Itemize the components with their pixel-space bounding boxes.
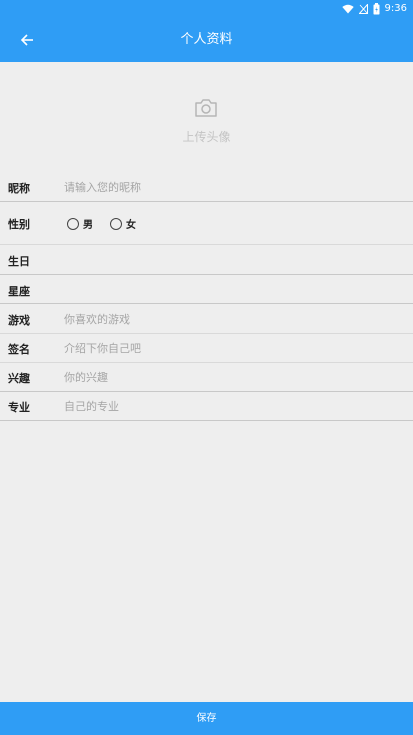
radio-circle[interactable]	[67, 217, 79, 230]
signal-icon	[358, 4, 368, 14]
game-input[interactable]	[60, 309, 398, 329]
constellation-label: 星座	[8, 285, 30, 298]
signature-label: 签名	[8, 343, 30, 356]
interest-row: 兴趣	[0, 366, 413, 390]
page-title: 个人资料	[180, 32, 233, 47]
birthday-row[interactable]: 生日	[0, 248, 413, 274]
wifi-icon	[341, 4, 354, 14]
upload-avatar-label[interactable]: 上传头像	[0, 128, 413, 145]
radio-label-female: 女	[126, 220, 136, 231]
major-row: 专业	[0, 395, 413, 419]
major-label: 专业	[8, 401, 30, 414]
nickname-label: 昵称	[8, 182, 30, 195]
divider	[0, 333, 413, 334]
signature-input[interactable]	[60, 338, 398, 358]
interest-label: 兴趣	[8, 372, 30, 385]
status-time: 9:36	[384, 3, 407, 14]
gender-row: 性别 男 女	[0, 212, 413, 234]
divider	[0, 244, 413, 245]
divider	[0, 274, 413, 275]
birthday-label: 生日	[8, 255, 30, 268]
gender-radio-female[interactable]: 女	[110, 216, 136, 231]
status-icons: 9:36	[341, 2, 407, 16]
major-input[interactable]	[60, 396, 398, 416]
divider	[0, 362, 413, 363]
constellation-row[interactable]: 星座	[0, 278, 413, 304]
game-label: 游戏	[8, 314, 30, 327]
divider	[0, 420, 413, 421]
interest-input[interactable]	[60, 367, 398, 387]
radio-label-male: 男	[83, 220, 93, 231]
divider	[0, 201, 413, 202]
battery-icon	[373, 3, 380, 15]
camera-icon[interactable]	[194, 98, 218, 118]
signature-row: 签名	[0, 337, 413, 361]
gender-radio-male[interactable]: 男	[67, 216, 93, 231]
toolbar: 个人资料	[0, 18, 413, 62]
divider	[0, 391, 413, 392]
game-row: 游戏	[0, 308, 413, 332]
gender-radio-group: 男 女	[67, 216, 153, 231]
gender-label: 性别	[8, 218, 30, 231]
nickname-row: 昵称	[0, 175, 413, 201]
radio-circle[interactable]	[110, 217, 122, 230]
save-button[interactable]: 保存	[0, 702, 413, 735]
status-bar: 9:36	[0, 0, 413, 18]
avatar-upload-area: 上传头像	[0, 62, 413, 172]
divider	[0, 303, 413, 304]
nickname-input[interactable]	[60, 177, 398, 197]
